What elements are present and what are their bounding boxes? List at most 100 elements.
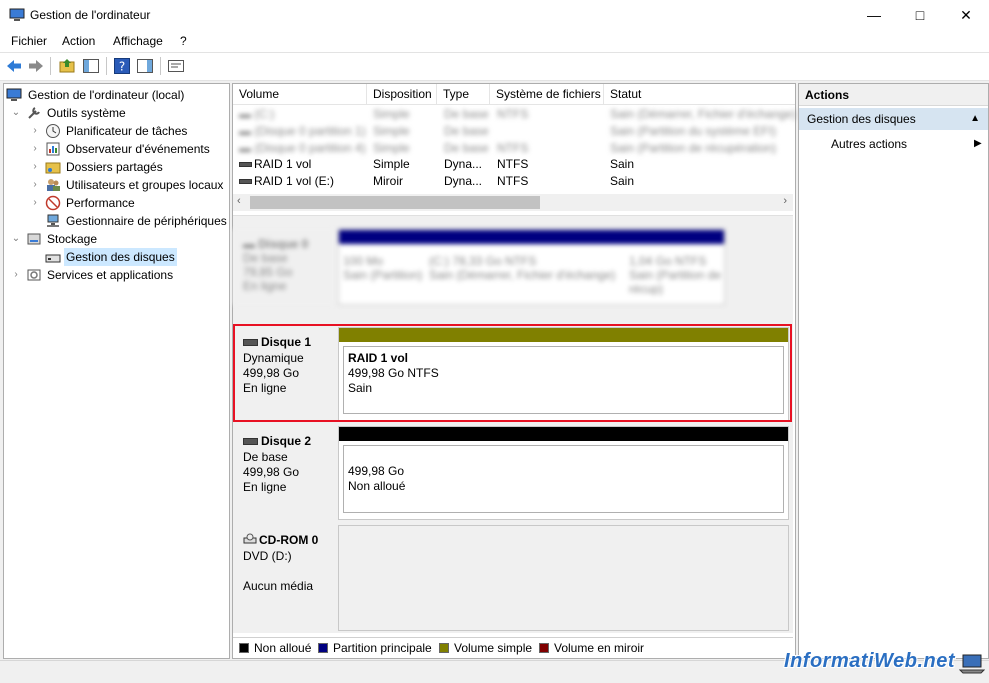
tree-item-root[interactable]: Gestion de l'ordinateur (local) xyxy=(6,86,226,104)
partition-unallocated[interactable]: 499,98 Go Non alloué xyxy=(343,445,784,513)
chevron-right-icon[interactable]: › xyxy=(29,194,41,212)
disk-state: En ligne xyxy=(243,381,287,395)
window-title: Gestion de l'ordinateur xyxy=(30,8,151,22)
menu-bar: Fichier Action Affichage ? xyxy=(0,30,989,52)
disk-row-disk1[interactable]: Disque 1 Dynamique 499,98 Go En ligne RA… xyxy=(233,327,793,421)
volume-type: Dyna... xyxy=(444,174,483,188)
disk-info: Disque 1 Dynamique 499,98 Go En ligne xyxy=(233,327,335,421)
tree-item-shared-folders[interactable]: › Dossiers partagés xyxy=(29,158,225,176)
cdrom-name-wrap: CD-ROM 0 xyxy=(243,533,318,547)
scroll-left-icon[interactable]: ‹ xyxy=(237,195,241,207)
menu-affichage[interactable]: Affichage xyxy=(113,34,163,48)
volume-layout: Simple xyxy=(373,157,410,171)
actions-section-disk-management[interactable]: Gestion des disques ▲ xyxy=(799,108,988,130)
tree-item-device-manager[interactable]: Gestionnaire de périphériques xyxy=(29,212,227,230)
disk-name-wrap: Disque 1 xyxy=(243,335,311,349)
back-arrow-icon[interactable] xyxy=(5,57,23,75)
disk-info: CD-ROM 0 DVD (D:) Aucun média xyxy=(233,525,335,631)
device-manager-icon xyxy=(47,214,59,227)
actions-title: Actions xyxy=(799,84,988,106)
tree-label: Gestion de l'ordinateur (local) xyxy=(28,88,185,102)
laptop-watermark-icon xyxy=(959,654,985,674)
chevron-right-icon[interactable]: › xyxy=(10,266,22,284)
chevron-right-icon[interactable]: › xyxy=(29,158,41,176)
tree-item-storage[interactable]: ⌄ Stockage xyxy=(10,230,225,248)
partition-detail: 499,98 Go NTFS xyxy=(348,366,439,380)
tree-item-system-tools[interactable]: ⌄ Outils système xyxy=(10,104,225,122)
tree-item-task-scheduler[interactable]: › Planificateur de tâches xyxy=(29,122,225,140)
disk-row-disk2[interactable]: Disque 2 De base 499,98 Go En ligne 499,… xyxy=(233,426,793,520)
tree-label: Gestionnaire de périphériques xyxy=(66,214,227,228)
column-type[interactable]: Type xyxy=(437,84,490,104)
chevron-down-icon[interactable]: ⌄ xyxy=(10,230,22,248)
volume-row-obscured[interactable]: ▬ (Disque 0 partition 1) Simple De base … xyxy=(233,123,793,140)
legend-mirror: Volume en miroir xyxy=(539,641,644,655)
disk-name-wrap: Disque 2 xyxy=(243,434,311,448)
column-filesystem[interactable]: Système de fichiers xyxy=(490,84,604,104)
scrollbar-thumb[interactable] xyxy=(250,196,540,209)
chevron-down-icon[interactable]: ⌄ xyxy=(10,104,22,122)
minimize-button[interactable]: — xyxy=(851,0,897,30)
volume-disk-icon xyxy=(239,173,255,190)
users-icon xyxy=(47,179,60,191)
partition-detail: 499,98 Go xyxy=(348,464,405,478)
disk-size: 499,98 Go xyxy=(243,465,300,479)
tree-label: Dossiers partagés xyxy=(66,160,163,174)
volume-row-obscured[interactable]: ▬ (Disque 0 partition 4) Simple De base … xyxy=(233,140,793,157)
scroll-right-icon[interactable]: › xyxy=(783,195,787,207)
tree-item-services[interactable]: › Services et applications xyxy=(10,266,225,284)
actions-pane: Actions Gestion des disques ▲ Autres act… xyxy=(798,83,989,659)
menu-action[interactable]: Action xyxy=(62,34,95,48)
show-hide-tree-icon[interactable] xyxy=(82,57,100,75)
column-status[interactable]: Statut xyxy=(604,84,793,104)
properties-icon[interactable] xyxy=(167,57,185,75)
menu-help[interactable]: ? xyxy=(180,34,187,48)
event-viewer-icon xyxy=(46,142,60,156)
cdrom-partition-area xyxy=(338,525,789,631)
simple-volume-bar xyxy=(339,328,788,342)
disk-icon xyxy=(243,438,258,446)
chevron-right-icon[interactable]: › xyxy=(29,122,41,140)
disk-row-obscured[interactable]: ▬ Disque 0 De base 79,85 Go En ligne 100… xyxy=(233,229,793,305)
console-tree: Gestion de l'ordinateur (local) ⌄ Outils… xyxy=(3,83,230,659)
disk-name: Disque 1 xyxy=(261,335,312,349)
disk-size: 499,98 Go xyxy=(243,366,300,380)
tools-icon xyxy=(28,107,40,119)
services-icon xyxy=(27,269,41,281)
legend-unallocated: Non alloué xyxy=(239,641,311,655)
computer-management-icon xyxy=(6,88,22,101)
up-folder-icon[interactable] xyxy=(58,57,76,75)
chevron-right-icon[interactable]: › xyxy=(29,140,41,158)
computer-management-icon xyxy=(9,8,25,21)
tree-item-performance[interactable]: › Performance xyxy=(29,194,225,212)
column-layout[interactable]: Disposition xyxy=(367,84,437,104)
maximize-button[interactable]: □ xyxy=(897,0,943,30)
volume-row-obscured[interactable]: ▬ (C:) Simple De base NTFS Sain (Démarre… xyxy=(233,106,796,123)
volume-layout: Miroir xyxy=(373,174,403,188)
disk-row-cdrom[interactable]: CD-ROM 0 DVD (D:) Aucun média xyxy=(233,525,793,631)
disk-name: CD-ROM 0 xyxy=(259,533,319,547)
volume-status: Sain xyxy=(610,174,635,188)
partition-raid1-vol[interactable]: RAID 1 vol 499,98 Go NTFS Sain xyxy=(343,346,784,414)
column-volume[interactable]: Volume xyxy=(233,84,367,104)
tree-label: Outils système xyxy=(47,106,126,120)
menu-fichier[interactable]: Fichier xyxy=(11,34,47,48)
actions-section-label: Gestion des disques xyxy=(807,112,916,126)
chevron-right-icon[interactable]: › xyxy=(29,176,41,194)
volume-list-horizontal-scrollbar[interactable]: ‹ › xyxy=(233,194,793,211)
help-icon[interactable]: ? xyxy=(113,57,131,75)
disk-kind: Dynamique xyxy=(243,351,304,365)
action-more-actions[interactable]: Autres actions ▶ xyxy=(831,136,982,152)
volume-row[interactable]: RAID 1 vol Simple Dyna... NTFS Sain xyxy=(233,156,793,173)
volume-row[interactable]: RAID 1 vol (E:) Miroir Dyna... NTFS Sain xyxy=(233,173,793,190)
collapse-up-icon[interactable]: ▲ xyxy=(970,108,980,130)
show-hide-action-pane-icon[interactable] xyxy=(136,57,154,75)
disk-state: En ligne xyxy=(243,480,287,494)
tree-item-users-groups[interactable]: › Utilisateurs et groupes locaux xyxy=(29,176,225,194)
tree-item-event-viewer[interactable]: › Observateur d'événements xyxy=(29,140,225,158)
unallocated-bar xyxy=(339,427,788,441)
forward-arrow-icon[interactable] xyxy=(27,57,45,75)
tree-item-disk-management[interactable]: Gestion des disques xyxy=(29,248,225,266)
tree-label: Planificateur de tâches xyxy=(66,124,188,138)
close-button[interactable]: ✕ xyxy=(943,0,989,30)
